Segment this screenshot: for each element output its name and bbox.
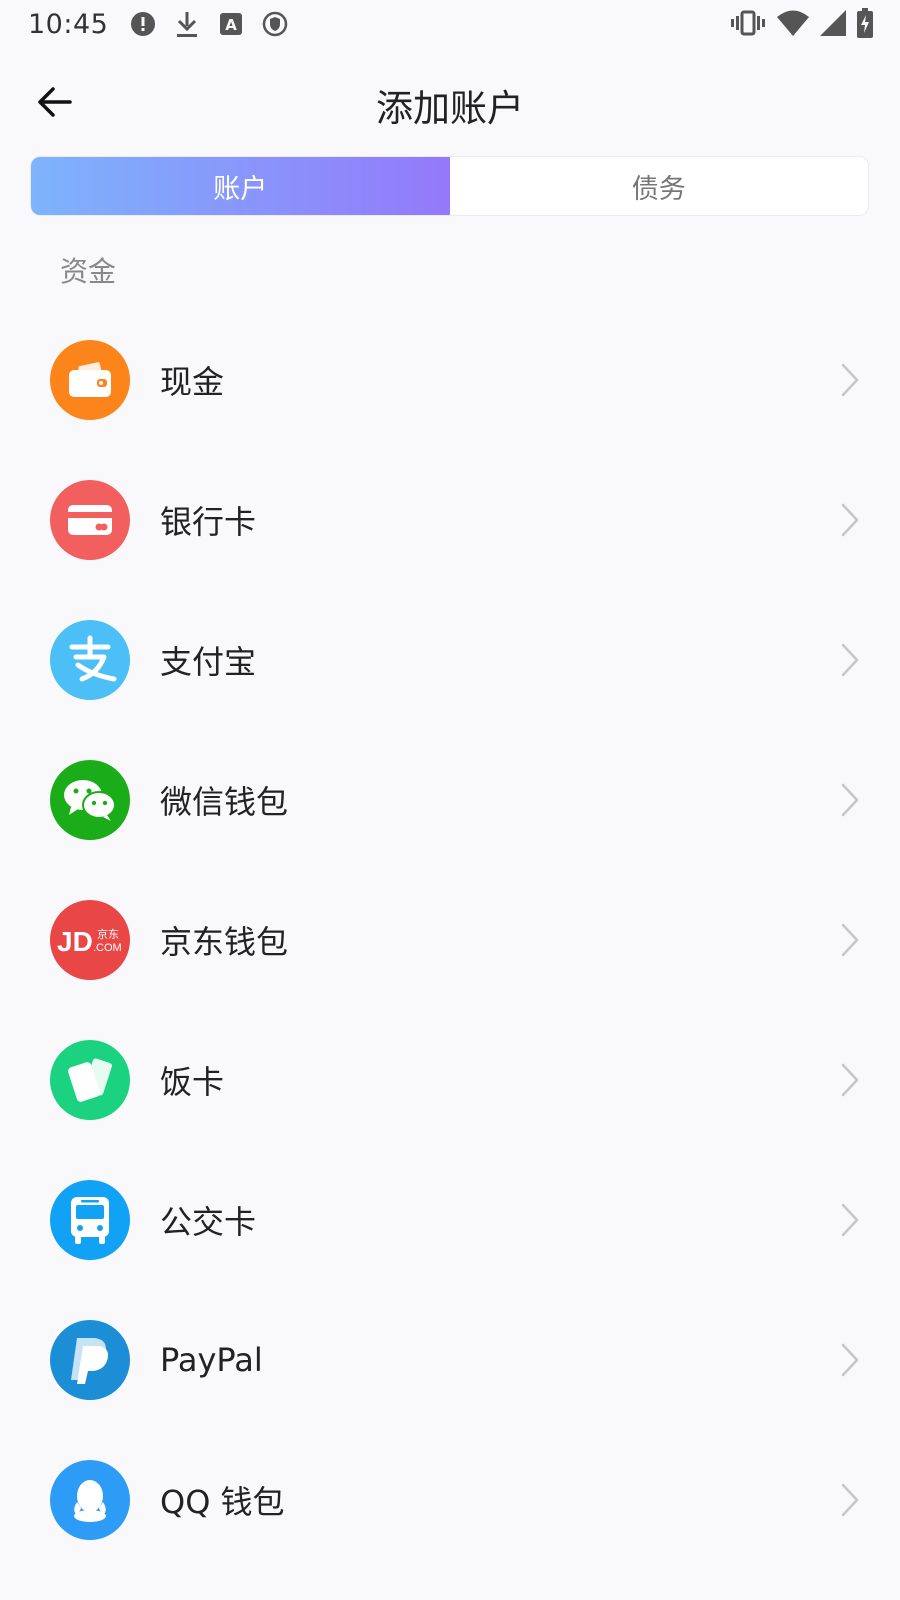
list-item-jd-wallet[interactable]: JD 京东 .COM 京东钱包	[0, 870, 900, 1010]
chevron-right-icon	[836, 1200, 864, 1240]
chevron-right-icon	[836, 1060, 864, 1100]
alipay-icon	[50, 620, 130, 700]
chevron-right-icon	[836, 500, 864, 540]
page-title: 添加账户	[376, 87, 524, 130]
list-item-cash[interactable]: 现金	[0, 310, 900, 450]
battery-charging-icon	[856, 8, 874, 38]
status-time: 10:45	[28, 8, 109, 40]
list-item-label: 公交卡	[160, 1203, 257, 1241]
list-item-label: 银行卡	[160, 503, 257, 541]
list-item-label: 京东钱包	[160, 923, 289, 961]
cell-signal-icon	[820, 8, 846, 38]
chevron-right-icon	[836, 1480, 864, 1520]
app-bar: 添加账户	[0, 60, 900, 144]
chevron-right-icon	[836, 780, 864, 820]
list-item-alipay[interactable]: 支付宝	[0, 590, 900, 730]
list-item-label: 饭卡	[160, 1063, 225, 1101]
jd-logo-sub-bottom: .COM	[93, 942, 122, 954]
chevron-right-icon	[836, 640, 864, 680]
jd-logo-sub-top: 京东	[97, 927, 119, 941]
meal-card-icon	[50, 1040, 130, 1120]
status-bar: 10:45 A	[0, 0, 900, 48]
a-icon: A	[218, 9, 244, 39]
bus-icon	[50, 1180, 130, 1260]
list-item-qq-wallet[interactable]: QQ 钱包	[0, 1430, 900, 1570]
wallet-icon	[50, 340, 130, 420]
paypal-icon	[50, 1320, 130, 1400]
list-item-label: 微信钱包	[160, 783, 289, 821]
wifi-icon	[776, 8, 810, 38]
account-list: 现金 银行卡 支付宝 微信钱包 JD 京东 .COM 京东钱包 饭卡 公交卡 P…	[0, 310, 900, 1570]
chevron-right-icon	[836, 1340, 864, 1380]
section-title: 资金	[60, 255, 117, 288]
svg-text:A: A	[226, 16, 238, 34]
list-item-paypal[interactable]: PayPal	[0, 1290, 900, 1430]
list-item-label: 现金	[160, 363, 225, 401]
list-item-label: PayPal	[160, 1341, 263, 1379]
segmented-tabs: 账户 债务	[30, 156, 869, 216]
tab-accounts[interactable]: 账户	[31, 157, 450, 215]
list-item-bank-card[interactable]: 银行卡	[0, 450, 900, 590]
list-item-bus-card[interactable]: 公交卡	[0, 1150, 900, 1290]
jd-logo-text: JD	[57, 926, 93, 957]
jd-icon: JD 京东 .COM	[50, 900, 130, 980]
tab-debts[interactable]: 债务	[450, 157, 869, 215]
chevron-right-icon	[836, 920, 864, 960]
alert-icon	[130, 9, 156, 39]
chevron-right-icon	[836, 360, 864, 400]
wechat-icon	[50, 760, 130, 840]
status-right-icons	[730, 8, 874, 38]
download-icon	[174, 9, 200, 39]
credit-card-icon	[50, 480, 130, 560]
status-left-icons: A	[130, 9, 288, 39]
list-item-label: 支付宝	[160, 643, 257, 681]
list-item-meal-card[interactable]: 饭卡	[0, 1010, 900, 1150]
list-item-label: QQ 钱包	[160, 1483, 285, 1521]
qq-icon	[50, 1460, 130, 1540]
list-item-wechat-wallet[interactable]: 微信钱包	[0, 730, 900, 870]
shield-icon	[262, 9, 288, 39]
vibrate-icon	[730, 8, 766, 38]
